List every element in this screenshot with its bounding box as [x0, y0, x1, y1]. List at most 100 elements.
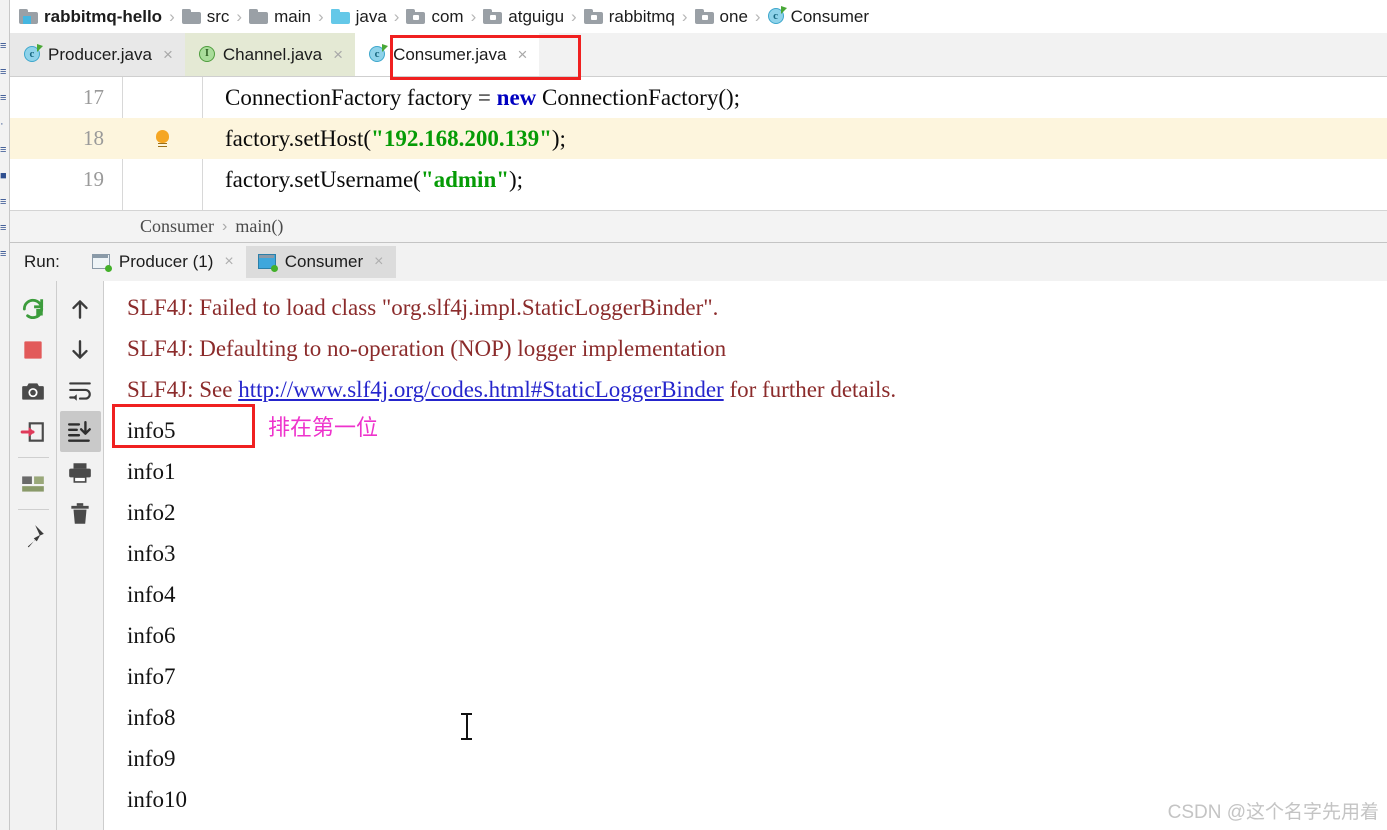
breadcrumb-item-label: atguigu — [508, 6, 565, 26]
breadcrumb-item-label: rabbitmq — [608, 6, 675, 26]
editor-tab-consumer-java[interactable]: c Consumer.java × — [355, 33, 540, 76]
console-message-line: info7 — [127, 664, 176, 689]
breadcrumb-item-atguigu[interactable]: atguigu — [480, 4, 567, 30]
toolbar-separator — [17, 457, 49, 458]
code-line[interactable]: 18 factory.setHost("192.168.200.139"); — [10, 118, 1387, 159]
console-text: for further details. — [723, 377, 897, 402]
breadcrumb-item-consumer[interactable]: c Consumer — [765, 4, 872, 30]
lightbulb-intention-icon[interactable] — [155, 129, 170, 148]
run-tab-close-icon[interactable]: × — [224, 253, 233, 271]
console-icon — [257, 253, 278, 272]
code-token: new — [496, 84, 537, 110]
console-link[interactable]: http://www.slf4j.org/codes.html#StaticLo… — [238, 377, 724, 402]
breadcrumb-separator: › — [754, 6, 761, 26]
breadcrumb-separator: › — [393, 6, 400, 26]
scroll-to-end-icon[interactable] — [59, 411, 101, 452]
code-editor[interactable]: 17 ConnectionFactory factory = new Conne… — [10, 77, 1387, 210]
method-breadcrumb-method[interactable]: main() — [235, 216, 283, 237]
console-toolbar-secondary — [57, 281, 104, 830]
editor-tab-channel-java[interactable]: I Channel.java × — [184, 33, 356, 76]
line-number: 17 — [83, 85, 104, 109]
code-line-text: factory.setHost("192.168.200.139"); — [202, 126, 566, 152]
breadcrumb-item-label: src — [206, 6, 230, 26]
java-class-icon: c — [24, 44, 43, 63]
left-tool-strip[interactable]: ≡ ≡ ≡ · ≡ ■ ≡ ≡ ≡ — [0, 0, 10, 830]
console-log-line: SLF4J: See http://www.slf4j.org/codes.ht… — [127, 369, 1387, 410]
arrow-up-icon[interactable] — [60, 288, 101, 329]
text-cursor — [461, 713, 472, 740]
console-message-line: info8 — [127, 705, 176, 730]
breadcrumb-item-label: one — [719, 6, 748, 26]
soft-wrap-icon[interactable] — [60, 370, 101, 411]
method-breadcrumb-class[interactable]: Consumer — [140, 216, 214, 237]
editor-tab-label: Channel.java — [222, 44, 323, 64]
method-breadcrumb[interactable]: Consumer › main() — [10, 210, 1387, 243]
breadcrumb-item-rabbitmq[interactable]: rabbitmq — [581, 4, 678, 30]
console-message-line: info2 — [127, 500, 176, 525]
folder-icon — [249, 9, 269, 24]
run-tab-producer-1-[interactable]: Producer (1) × — [80, 246, 246, 278]
layout-icon[interactable] — [13, 463, 54, 504]
left-strip-fragment: ■ — [0, 170, 7, 182]
toolbar-separator — [17, 509, 49, 510]
breadcrumb-separator: › — [470, 6, 477, 26]
run-tab-label: Consumer — [284, 252, 364, 271]
editor-tab-producer-java[interactable]: c Producer.java × — [10, 33, 185, 76]
breadcrumb-item-label: com — [431, 6, 464, 26]
editor-tab-close-icon[interactable]: × — [517, 46, 527, 63]
pin-icon[interactable] — [13, 515, 54, 556]
package-folder-icon — [406, 9, 426, 24]
print-icon[interactable] — [60, 452, 101, 493]
trash-icon[interactable] — [60, 493, 101, 534]
run-tab-close-icon[interactable]: × — [374, 253, 383, 271]
editor-tab-label: Consumer.java — [393, 44, 507, 64]
package-folder-icon — [583, 9, 603, 24]
breadcrumb-item-label: main — [274, 6, 311, 26]
breadcrumb-item-rabbitmq-hello[interactable]: rabbitmq-hello — [16, 4, 165, 30]
console-log-line: SLF4J: Defaulting to no-operation (NOP) … — [127, 328, 1387, 369]
editor-tab-close-icon[interactable]: × — [333, 46, 343, 63]
code-line[interactable]: 17 ConnectionFactory factory = new Conne… — [10, 77, 1387, 118]
console-message-line: info6 — [127, 623, 176, 648]
breadcrumb-item-one[interactable]: one — [692, 4, 751, 30]
run-label: Run: — [24, 252, 60, 271]
gutter-icon-area[interactable] — [122, 129, 202, 148]
console-output[interactable]: SLF4J: Failed to load class "org.slf4j.i… — [105, 281, 1387, 830]
export-icon[interactable] — [13, 411, 54, 452]
stop-icon[interactable] — [13, 329, 54, 370]
run-tab-label: Producer (1) — [118, 252, 214, 271]
breadcrumb-separator: › — [169, 6, 175, 26]
breadcrumb-item-main[interactable]: main — [246, 4, 314, 30]
run-tool-window-header: Run: Producer (1) × Consumer × — [10, 243, 1387, 281]
code-token: ); — [551, 125, 566, 151]
console-message-line: info3 — [127, 541, 176, 566]
console-message-line: info9 — [127, 746, 176, 771]
code-token: factory.setUsername( — [202, 166, 421, 192]
console-text: SLF4J: See — [127, 377, 239, 402]
rerun-icon[interactable] — [13, 288, 54, 329]
code-token: ConnectionFactory(); — [536, 84, 741, 110]
breadcrumb-separator: › — [236, 6, 243, 26]
console-text: SLF4J: Defaulting to no-operation (NOP) … — [127, 336, 727, 361]
camera-icon[interactable] — [13, 370, 54, 411]
package-folder-icon — [483, 9, 503, 24]
editor-tab-close-icon[interactable]: × — [163, 46, 173, 63]
breadcrumb-item-java[interactable]: java — [328, 4, 390, 30]
line-number: 18 — [83, 126, 104, 150]
java-class-icon: c — [767, 6, 787, 25]
breadcrumb-item-src[interactable]: src — [179, 4, 233, 30]
console-toolbar-primary — [10, 281, 57, 830]
code-line[interactable]: 19 factory.setUsername("admin"); — [10, 159, 1387, 200]
breadcrumb-item-label: Consumer — [790, 6, 869, 26]
project-folder-icon — [19, 9, 38, 24]
arrow-down-icon[interactable] — [60, 329, 101, 370]
breadcrumb-separator: › — [317, 6, 324, 26]
breadcrumb-item-com[interactable]: com — [403, 4, 466, 30]
left-strip-fragment: ≡ — [0, 66, 7, 78]
left-strip-fragment: ≡ — [0, 196, 7, 208]
console-text: SLF4J: Failed to load class "org.slf4j.i… — [127, 295, 719, 320]
console-log-line: SLF4J: Failed to load class "org.slf4j.i… — [127, 287, 1387, 328]
left-strip-fragment: ≡ — [0, 40, 7, 52]
java-class-icon: c — [369, 44, 389, 63]
run-tab-consumer[interactable]: Consumer × — [245, 246, 396, 278]
